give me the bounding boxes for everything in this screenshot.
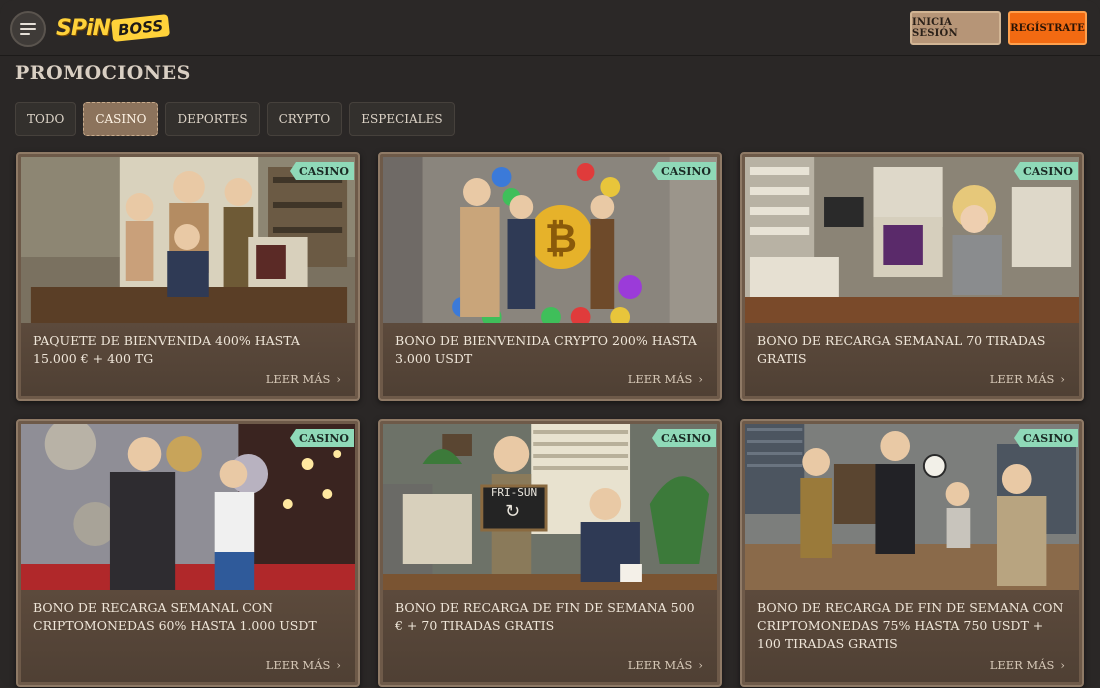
- category-badge: CASINO: [289, 429, 354, 447]
- promo-image: [21, 424, 355, 590]
- read-more-link[interactable]: LEER MÁS ›: [266, 372, 341, 386]
- hamburger-icon: [20, 23, 36, 35]
- logo[interactable]: SPiN BOSS: [56, 12, 171, 44]
- promo-card[interactable]: CASINO BONO DE RECARGA DE FIN DE SEMANA …: [740, 419, 1084, 687]
- card-body: BONO DE RECARGA SEMANAL 70 TIRADAS GRATI…: [745, 323, 1079, 396]
- register-button[interactable]: REGÍSTRATE: [1008, 11, 1087, 45]
- category-badge: CASINO: [1013, 429, 1078, 447]
- tab-deportes[interactable]: DEPORTES: [165, 102, 260, 136]
- menu-button[interactable]: [10, 11, 46, 47]
- tab-especiales[interactable]: ESPECIALES: [349, 102, 455, 136]
- read-more-link[interactable]: LEER MÁS ›: [628, 372, 703, 386]
- card-body: BONO DE BIENVENIDA CRYPTO 200% HASTA 3.0…: [383, 323, 717, 396]
- tab-todo[interactable]: TODO: [15, 102, 77, 136]
- chevron-right-icon: ›: [1060, 658, 1065, 672]
- card-body: BONO DE RECARGA DE FIN DE SEMANA 500 € +…: [383, 590, 717, 682]
- promo-title: BONO DE RECARGA SEMANAL 70 TIRADAS GRATI…: [757, 333, 1046, 366]
- category-badge: CASINO: [651, 429, 716, 447]
- promo-image: [745, 157, 1079, 323]
- read-more-label: LEER MÁS: [627, 372, 693, 386]
- top-bar: SPiN BOSS INICIA SESIÓN REGÍSTRATE: [0, 0, 1100, 56]
- card-body: PAQUETE DE BIENVENIDA 400% HASTA 15.000 …: [21, 323, 355, 396]
- logo-main-text: SPiN: [56, 15, 111, 41]
- chevron-right-icon: ›: [698, 372, 703, 386]
- promo-card[interactable]: CASINO BONO DE RECARGA SEMANAL CON CRIPT…: [16, 419, 360, 687]
- page-title: PROMOCIONES: [15, 62, 191, 84]
- fri-sun-sign: FRI-SUN: [490, 486, 538, 499]
- promo-title: BONO DE RECARGA SEMANAL CON CRIPTOMONEDA…: [33, 600, 317, 633]
- promo-card[interactable]: ₿ CASINO BONO DE BIENVENIDA CRYPTO 200% …: [378, 152, 722, 401]
- read-more-link[interactable]: LEER MÁS ›: [628, 658, 703, 672]
- logo-sub-text: BOSS: [110, 14, 171, 42]
- card-body: BONO DE RECARGA SEMANAL CON CRIPTOMONEDA…: [21, 590, 355, 682]
- read-more-label: LEER MÁS: [989, 372, 1055, 386]
- promo-title: BONO DE BIENVENIDA CRYPTO 200% HASTA 3.0…: [395, 333, 697, 366]
- promo-image: FRI-SUN ↻: [383, 424, 717, 590]
- chevron-right-icon: ›: [336, 658, 341, 672]
- promo-card[interactable]: CASINO PAQUETE DE BIENVENIDA 400% HASTA …: [16, 152, 360, 401]
- promo-title: PAQUETE DE BIENVENIDA 400% HASTA 15.000 …: [33, 333, 300, 366]
- read-more-label: LEER MÁS: [265, 658, 331, 672]
- read-more-link[interactable]: LEER MÁS ›: [266, 658, 341, 672]
- category-badge: CASINO: [1013, 162, 1078, 180]
- promo-card[interactable]: CASINO BONO DE RECARGA SEMANAL 70 TIRADA…: [740, 152, 1084, 401]
- login-button[interactable]: INICIA SESIÓN: [910, 11, 1001, 45]
- card-body: BONO DE RECARGA DE FIN DE SEMANA CON CRI…: [745, 590, 1079, 682]
- chevron-right-icon: ›: [1060, 372, 1065, 386]
- promo-title: BONO DE RECARGA DE FIN DE SEMANA 500 € +…: [395, 600, 695, 633]
- tab-crypto[interactable]: CRYPTO: [266, 102, 343, 136]
- read-more-link[interactable]: LEER MÁS ›: [990, 658, 1065, 672]
- promo-image: [745, 424, 1079, 590]
- read-more-label: LEER MÁS: [989, 658, 1055, 672]
- promo-title: BONO DE RECARGA DE FIN DE SEMANA CON CRI…: [757, 600, 1064, 651]
- promo-image: ₿: [383, 157, 717, 323]
- tab-casino[interactable]: CASINO: [83, 102, 159, 136]
- svg-text:₿: ₿: [545, 216, 577, 262]
- promo-image: [21, 157, 355, 323]
- chevron-right-icon: ›: [698, 658, 703, 672]
- category-badge: CASINO: [289, 162, 354, 180]
- category-tabs: TODO CASINO DEPORTES CRYPTO ESPECIALES: [15, 102, 455, 136]
- promo-card[interactable]: FRI-SUN ↻ CASINO BONO DE RECARGA DE FIN …: [378, 419, 722, 687]
- refresh-icon: ↻: [505, 501, 521, 522]
- category-badge: CASINO: [651, 162, 716, 180]
- read-more-link[interactable]: LEER MÁS ›: [990, 372, 1065, 386]
- read-more-label: LEER MÁS: [627, 658, 693, 672]
- page: SPiN BOSS INICIA SESIÓN REGÍSTRATE PROMO…: [0, 0, 1100, 688]
- read-more-label: LEER MÁS: [265, 372, 331, 386]
- chevron-right-icon: ›: [336, 372, 341, 386]
